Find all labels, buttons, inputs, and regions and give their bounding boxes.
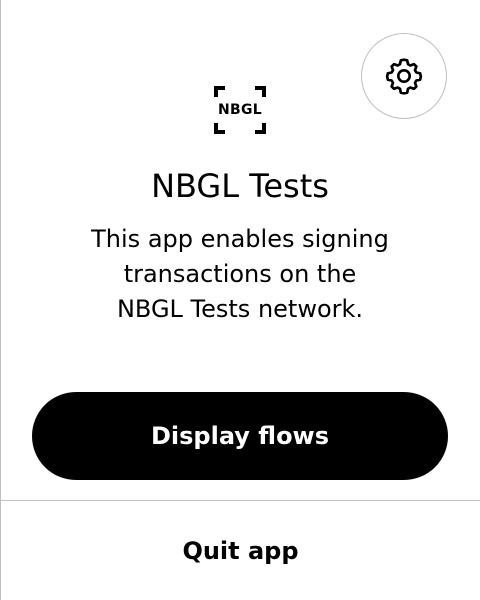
description-line: transactions on the bbox=[123, 260, 357, 288]
description-line: This app enables signing bbox=[91, 225, 389, 253]
app-title: NBGL Tests bbox=[151, 167, 329, 205]
logo-text: NBGL bbox=[218, 102, 262, 118]
app-description: This app enables signing transactions on… bbox=[40, 222, 440, 327]
quit-app-button[interactable]: Quit app bbox=[1, 501, 480, 600]
settings-button[interactable] bbox=[361, 33, 447, 119]
display-flows-button[interactable]: Display flows bbox=[32, 392, 448, 480]
display-flows-label: Display flows bbox=[150, 422, 330, 450]
app-logo: NBGL bbox=[212, 84, 268, 136]
description-line: NBGL Tests network. bbox=[116, 295, 364, 323]
gear-icon bbox=[385, 58, 423, 95]
quit-app-label: Quit app bbox=[182, 536, 299, 565]
